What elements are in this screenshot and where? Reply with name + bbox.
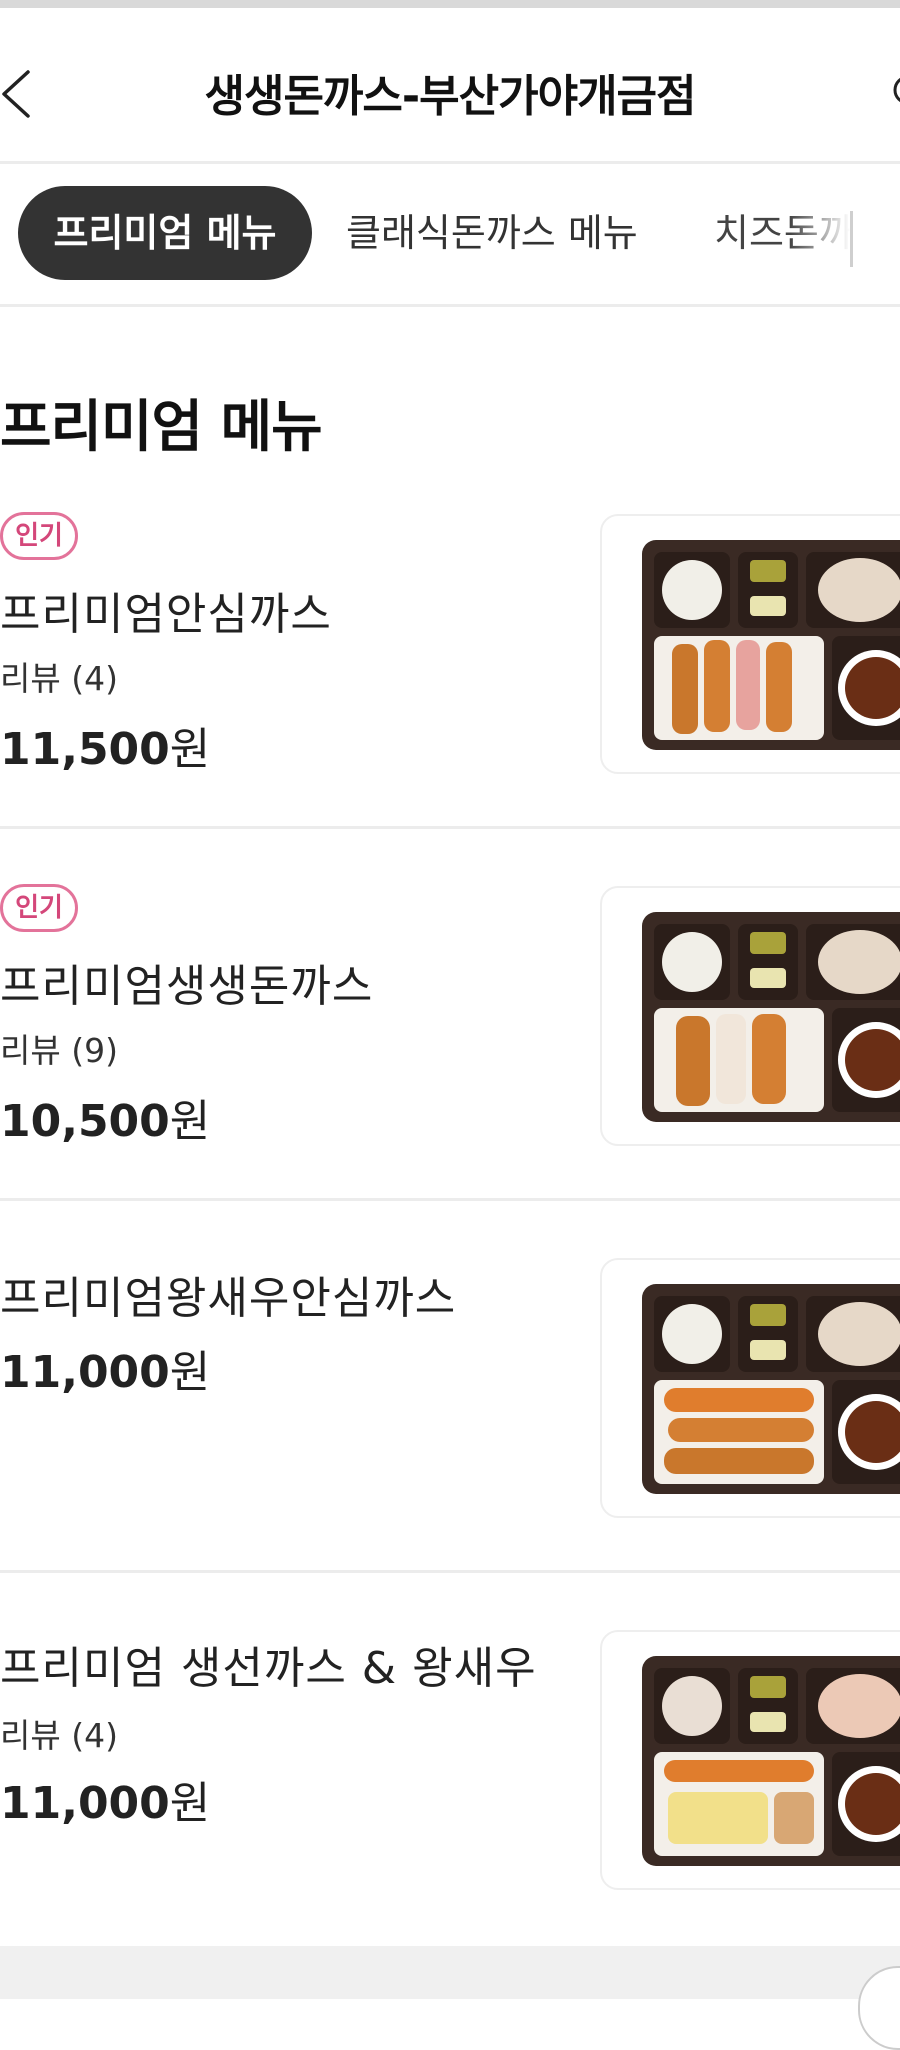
section-title: 프리미엄 메뉴 xyxy=(0,395,323,460)
menu-item-name: 프리미엄왕새우안심까스 xyxy=(0,1273,457,1324)
popular-badge: 인기 xyxy=(0,884,78,932)
menu-item-price: 11,000원 xyxy=(0,1767,210,1831)
menu-item-image[interactable] xyxy=(600,514,900,774)
menu-item-image[interactable] xyxy=(600,1630,900,1890)
menu-item-reviews: 리뷰 (4) xyxy=(0,659,118,698)
price-value: 11,000 xyxy=(0,1347,170,1398)
bottom-spacer xyxy=(0,1946,900,1999)
item-divider xyxy=(0,1570,900,1573)
app-header: 생생돈까스-부산가야개금점 xyxy=(0,8,900,161)
item-divider xyxy=(0,1198,900,1201)
menu-category-tabs: 프리미엄 메뉴 클래식돈까스 메뉴 치즈돈까스 xyxy=(0,164,900,304)
menu-item-name: 프리미엄안심까스 xyxy=(0,589,332,640)
price-value: 10,500 xyxy=(0,1096,170,1147)
price-value: 11,000 xyxy=(0,1778,170,1829)
menu-item-reviews: 리뷰 (9) xyxy=(0,1031,118,1070)
bento-tray-image xyxy=(642,1284,900,1494)
partial-circle-icon[interactable] xyxy=(892,70,900,110)
menu-item-reviews: 리뷰 (4) xyxy=(0,1716,118,1755)
menu-item-name: 프리미엄 생선까스 & 왕새우 xyxy=(0,1643,537,1694)
bento-tray-image xyxy=(642,1656,900,1866)
item-divider xyxy=(0,826,900,829)
menu-item-price: 10,500원 xyxy=(0,1085,210,1149)
menu-item-image[interactable] xyxy=(600,1258,900,1518)
store-title: 생생돈까스-부산가야개금점 xyxy=(204,71,696,122)
menu-item-price: 11,000원 xyxy=(0,1336,210,1400)
price-currency: 원 xyxy=(169,1347,211,1398)
bento-tray-image xyxy=(642,540,900,750)
menu-item-image[interactable] xyxy=(600,886,900,1146)
popular-badge: 인기 xyxy=(0,512,78,560)
menu-item-name: 프리미엄생생돈까스 xyxy=(0,961,374,1012)
status-strip xyxy=(0,0,900,8)
tabs-separator xyxy=(850,211,853,267)
tabs-fade-overlay xyxy=(790,186,850,280)
menu-item-price: 11,500원 xyxy=(0,713,210,777)
tab-classic-menu[interactable]: 클래식돈까스 메뉴 xyxy=(346,186,638,280)
tab-premium-menu[interactable]: 프리미엄 메뉴 xyxy=(18,186,312,280)
price-currency: 원 xyxy=(169,1096,211,1147)
price-value: 11,500 xyxy=(0,724,170,775)
price-currency: 원 xyxy=(169,1778,211,1829)
tabs-divider xyxy=(0,304,900,307)
price-currency: 원 xyxy=(169,724,211,775)
bento-tray-image xyxy=(642,912,900,1122)
